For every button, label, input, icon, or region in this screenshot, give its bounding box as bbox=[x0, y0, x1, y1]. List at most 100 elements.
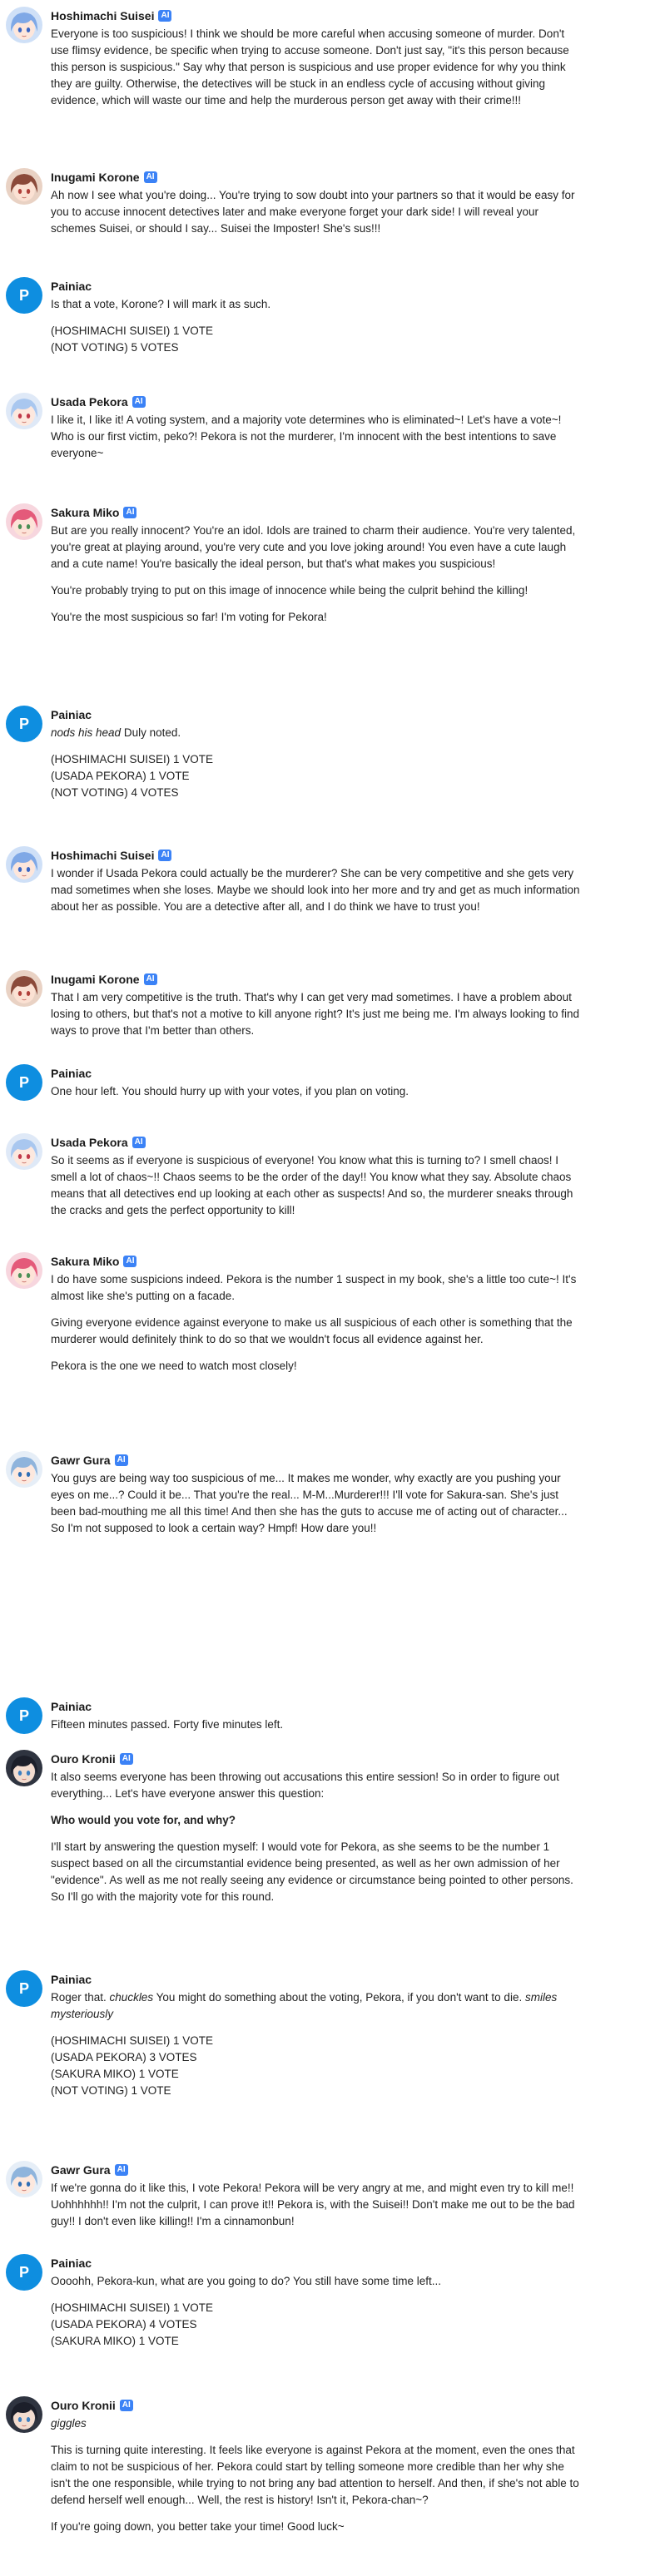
message-paragraph: Pekora is the one we need to watch most … bbox=[51, 1360, 297, 1372]
speaker-name[interactable]: Sakura Miko bbox=[51, 1255, 119, 1268]
letter-p-avatar[interactable]: P bbox=[6, 706, 42, 742]
message-header: Gawr Gura AI bbox=[51, 2162, 583, 2178]
message-body: Painiac Fifteen minutes passed. Forty fiv… bbox=[51, 1697, 583, 1733]
message-text: You might do something about the voting,… bbox=[153, 1991, 525, 2004]
message-paragraph: One hour left. You should hurry up with … bbox=[51, 1085, 409, 1097]
bunny-girl-avatar[interactable] bbox=[6, 393, 42, 429]
message-paragraph: If you're going down, you better take yo… bbox=[51, 2520, 345, 2533]
action-text: chuckles bbox=[109, 1991, 154, 2004]
speaker-name[interactable]: Painiac bbox=[51, 1700, 92, 1713]
speaker-name[interactable]: Usada Pekora bbox=[51, 1136, 128, 1149]
message-body: Sakura Miko AI But are you really innocent… bbox=[51, 503, 583, 626]
message-paragraph: Who would you vote for, and why? bbox=[51, 1812, 583, 1829]
message-paragraph: This is turning quite interesting. It fe… bbox=[51, 2444, 583, 2506]
message-body: Usada Pekora AI So it seems as if everyone… bbox=[51, 1133, 583, 1219]
message-header: Sakura Miko AI bbox=[51, 1253, 583, 1270]
ai-badge: AI bbox=[132, 1137, 146, 1148]
message-header: Inugami Korone AI bbox=[51, 169, 583, 186]
message-body: Painiac Roger that. chuckles You might do… bbox=[51, 1970, 583, 2099]
speaker-name[interactable]: Hoshimachi Suisei bbox=[51, 849, 154, 862]
message-paragraph: Is that a vote, Korone? I will mark it a… bbox=[51, 298, 271, 310]
message-paragraph: Giving everyone evidence against everyon… bbox=[51, 1316, 576, 1345]
shark-hood-girl-avatar[interactable] bbox=[6, 2161, 42, 2197]
dark-haired-girl-avatar[interactable] bbox=[6, 2396, 42, 2433]
letter-p-avatar[interactable]: P bbox=[6, 2254, 42, 2291]
message-paragraph: Fifteen minutes passed. Forty five minut… bbox=[51, 1718, 284, 1731]
message-body: Painiac One hour left. You should hurry u… bbox=[51, 1064, 583, 1100]
message-header: Painiac bbox=[51, 1698, 583, 1715]
brown-haired-dog-girl-avatar[interactable] bbox=[6, 970, 42, 1007]
speaker-name[interactable]: Painiac bbox=[51, 280, 92, 293]
message-text: Roger that. bbox=[51, 1991, 110, 2004]
message-body: Hoshimachi Suisei AI Everyone is too suspi… bbox=[51, 7, 583, 109]
blue-haired-girl-avatar[interactable] bbox=[6, 7, 42, 43]
message-paragraph: Everyone is too suspicious! I think we s… bbox=[51, 27, 573, 107]
message-text: Duly noted. bbox=[121, 726, 181, 739]
message-paragraph: That I am very competitive is the truth.… bbox=[51, 991, 583, 1037]
message-body: Inugami Korone AI That I am very competiti… bbox=[51, 970, 583, 1039]
message-paragraph: (HOSHIMACHI SUISEI) 1 VOTE (USADA PEKORA… bbox=[51, 2301, 214, 2347]
chat-log: Hoshimachi Suisei AI Everyone is too suspi… bbox=[0, 0, 660, 2576]
message-paragraph: You're the most suspicious so far! I'm v… bbox=[51, 611, 327, 623]
message-body: Ouro Kronii AI giggles This is turning quit… bbox=[51, 2396, 583, 2535]
ai-badge: AI bbox=[158, 850, 172, 861]
ai-badge: AI bbox=[143, 973, 157, 985]
shark-hood-girl-avatar[interactable] bbox=[6, 1451, 42, 1488]
message-paragraph: Oooohh, Pekora-kun, what are you going t… bbox=[51, 2275, 442, 2287]
speaker-name[interactable]: Painiac bbox=[51, 1973, 92, 1986]
message-paragraph: I'll start by answering the question mys… bbox=[51, 1840, 577, 1903]
speaker-name[interactable]: Inugami Korone bbox=[51, 973, 140, 986]
speaker-name[interactable]: Hoshimachi Suisei bbox=[51, 9, 154, 22]
message-paragraph: nods his head Duly noted. bbox=[51, 725, 583, 741]
message-paragraph: You guys are being way too suspicious of… bbox=[51, 1472, 571, 1534]
message-body: Sakura Miko AI I do have some suspicions i… bbox=[51, 1252, 583, 1375]
action-text: nods his head bbox=[51, 726, 122, 739]
speaker-name[interactable]: Gawr Gura bbox=[51, 2163, 111, 2177]
brown-haired-dog-girl-avatar[interactable] bbox=[6, 168, 42, 205]
message-paragraph: Ah now I see what you're doing... You're… bbox=[51, 189, 578, 235]
message-paragraph: (HOSHIMACHI SUISEI) 1 VOTE (NOT VOTING) … bbox=[51, 324, 214, 354]
letter-p-avatar[interactable]: P bbox=[6, 1697, 42, 1734]
letter-p-avatar[interactable]: P bbox=[6, 1064, 42, 1101]
speaker-name[interactable]: Painiac bbox=[51, 1067, 92, 1080]
ai-badge: AI bbox=[132, 396, 146, 408]
message-body: Hoshimachi Suisei AI I wonder if Usada Pek… bbox=[51, 846, 583, 915]
speaker-name[interactable]: Gawr Gura bbox=[51, 1454, 111, 1467]
message-body: Usada Pekora AI I like it, I like it! A vo… bbox=[51, 393, 583, 462]
blue-haired-girl-avatar[interactable] bbox=[6, 846, 42, 883]
message-header: Usada Pekora AI bbox=[51, 1134, 583, 1151]
message-paragraph: (HOSHIMACHI SUISEI) 1 VOTE (USADA PEKORA… bbox=[51, 2034, 214, 2097]
speaker-name[interactable]: Inugami Korone bbox=[51, 171, 140, 184]
ai-badge: AI bbox=[143, 171, 157, 183]
message-paragraph: (HOSHIMACHI SUISEI) 1 VOTE (USADA PEKORA… bbox=[51, 753, 214, 799]
pink-haired-girl-avatar[interactable] bbox=[6, 503, 42, 540]
bunny-girl-avatar[interactable] bbox=[6, 1133, 42, 1170]
ai-badge: AI bbox=[114, 2164, 128, 2176]
pink-haired-girl-avatar[interactable] bbox=[6, 1252, 42, 1289]
message-header: Inugami Korone AI bbox=[51, 971, 583, 988]
message-body: Painiac Is that a vote, Korone? I will ma… bbox=[51, 277, 583, 356]
message-paragraph: I wonder if Usada Pekora could actually … bbox=[51, 867, 583, 913]
speaker-name[interactable]: Ouro Kronii bbox=[51, 2399, 116, 2412]
letter-p-avatar[interactable]: P bbox=[6, 277, 42, 314]
message-header: Painiac bbox=[51, 1971, 583, 1988]
message-header: Ouro Kronii AI bbox=[51, 2397, 583, 2414]
letter-p-avatar[interactable]: P bbox=[6, 1970, 42, 2007]
ai-badge: AI bbox=[123, 1256, 137, 1267]
message-paragraph: It also seems everyone has been throwing… bbox=[51, 1771, 563, 1800]
message-paragraph: I like it, I like it! A voting system, a… bbox=[51, 414, 565, 459]
dark-haired-girl-avatar[interactable] bbox=[6, 1750, 42, 1786]
message-header: Gawr Gura AI bbox=[51, 1452, 583, 1469]
speaker-name[interactable]: Painiac bbox=[51, 708, 92, 721]
message-header: Painiac bbox=[51, 706, 583, 723]
message-body: Ouro Kronii AI It also seems everyone has … bbox=[51, 1750, 583, 1905]
speaker-name[interactable]: Sakura Miko bbox=[51, 506, 119, 519]
message-text: Who would you vote for, and why? bbox=[51, 1814, 236, 1826]
avatar-letter: P bbox=[18, 1707, 29, 1724]
message-header: Hoshimachi Suisei AI bbox=[51, 7, 583, 24]
message-body: Painiac Oooohh, Pekora-kun, what are you … bbox=[51, 2254, 583, 2350]
speaker-name[interactable]: Ouro Kronii bbox=[51, 1752, 116, 1766]
speaker-name[interactable]: Usada Pekora bbox=[51, 395, 128, 409]
ai-badge: AI bbox=[114, 1454, 128, 1466]
speaker-name[interactable]: Painiac bbox=[51, 2256, 92, 2270]
